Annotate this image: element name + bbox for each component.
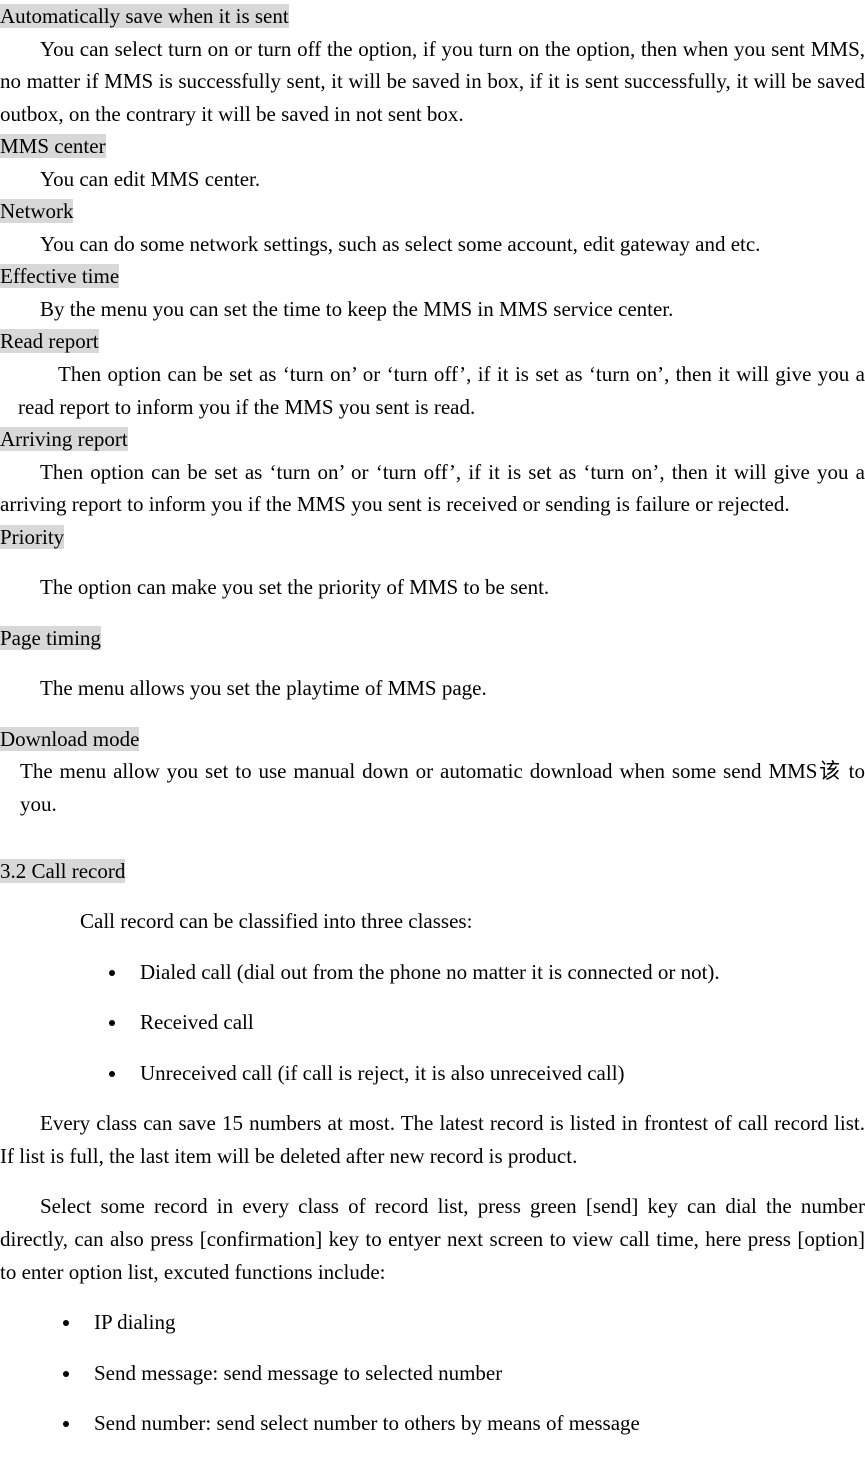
heading-text: Priority xyxy=(0,525,64,549)
heading-effective-time: Effective time xyxy=(0,260,865,293)
heading-priority: Priority xyxy=(0,521,865,554)
heading-mms-center: MMS center xyxy=(0,130,865,163)
list-item: Send message: send message to selected n… xyxy=(82,1357,865,1390)
list-call-functions: IP dialing Send message: send message to… xyxy=(82,1306,865,1440)
para-priority: The option can make you set the priority… xyxy=(0,571,865,604)
heading-download-mode: Download mode xyxy=(0,723,865,756)
para-call-record-intro: Call record can be classified into three… xyxy=(0,905,865,938)
para-mms-center: You can edit MMS center. xyxy=(0,163,865,196)
list-item: Received call xyxy=(128,1006,865,1039)
list-item: Dialed call (dial out from the phone no … xyxy=(128,956,865,989)
para-effective-time: By the menu you can set the time to keep… xyxy=(0,293,865,326)
heading-text: Network xyxy=(0,199,73,223)
heading-text: Effective time xyxy=(0,264,119,288)
para-auto-save: You can select turn on or turn off the o… xyxy=(0,33,865,131)
list-item: IP dialing xyxy=(82,1306,865,1339)
heading-text: Download mode xyxy=(0,727,139,751)
list-call-classes: Dialed call (dial out from the phone no … xyxy=(128,956,865,1090)
list-item: Unreceived call (if call is reject, it i… xyxy=(128,1057,865,1090)
heading-read-report: Read report xyxy=(0,325,865,358)
heading-page-timing: Page timing xyxy=(0,622,865,655)
list-item: Send number: send select number to other… xyxy=(82,1407,865,1440)
heading-text: MMS center xyxy=(0,134,106,158)
heading-text: Read report xyxy=(0,329,99,353)
heading-arriving-report: Arriving report xyxy=(0,423,865,456)
heading-text: Arriving report xyxy=(0,427,128,451)
heading-text: 3.2 Call record xyxy=(0,859,125,883)
para-call-record-save: Every class can save 15 numbers at most.… xyxy=(0,1107,865,1172)
para-call-record-select: Select some record in every class of rec… xyxy=(0,1190,865,1288)
heading-text: Automatically save when it is sent xyxy=(0,4,289,28)
para-arriving-report: Then option can be set as ‘turn on’ or ‘… xyxy=(0,456,865,521)
para-network: You can do some network settings, such a… xyxy=(0,228,865,261)
heading-call-record: 3.2 Call record xyxy=(0,855,865,888)
heading-text: Page timing xyxy=(0,626,101,650)
para-page-timing: The menu allows you set the playtime of … xyxy=(0,672,865,705)
para-download-mode: The menu allow you set to use manual dow… xyxy=(0,755,865,820)
para-read-report: Then option can be set as ‘turn on’ or ‘… xyxy=(0,358,865,423)
heading-network: Network xyxy=(0,195,865,228)
heading-auto-save: Automatically save when it is sent xyxy=(0,0,865,33)
